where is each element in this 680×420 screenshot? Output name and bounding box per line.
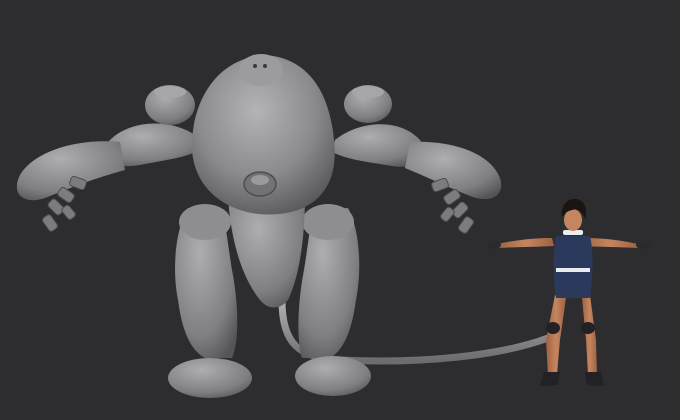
render-viewport xyxy=(0,0,680,420)
character-left-kneepad xyxy=(546,322,560,334)
render-scene xyxy=(0,0,680,420)
character-right-hand xyxy=(636,241,650,249)
character-right-kneepad xyxy=(581,322,595,334)
character-face xyxy=(564,209,582,231)
character-suit xyxy=(553,236,593,298)
character-right-boot xyxy=(585,372,604,386)
mech-left-foot xyxy=(168,358,252,398)
character-left-hand xyxy=(487,241,501,249)
mech-head-dome xyxy=(239,54,283,86)
character-belt xyxy=(556,268,590,272)
mech-right-knee xyxy=(302,204,354,240)
mech-right-foot xyxy=(295,356,371,396)
mech-left-knee xyxy=(179,204,231,240)
